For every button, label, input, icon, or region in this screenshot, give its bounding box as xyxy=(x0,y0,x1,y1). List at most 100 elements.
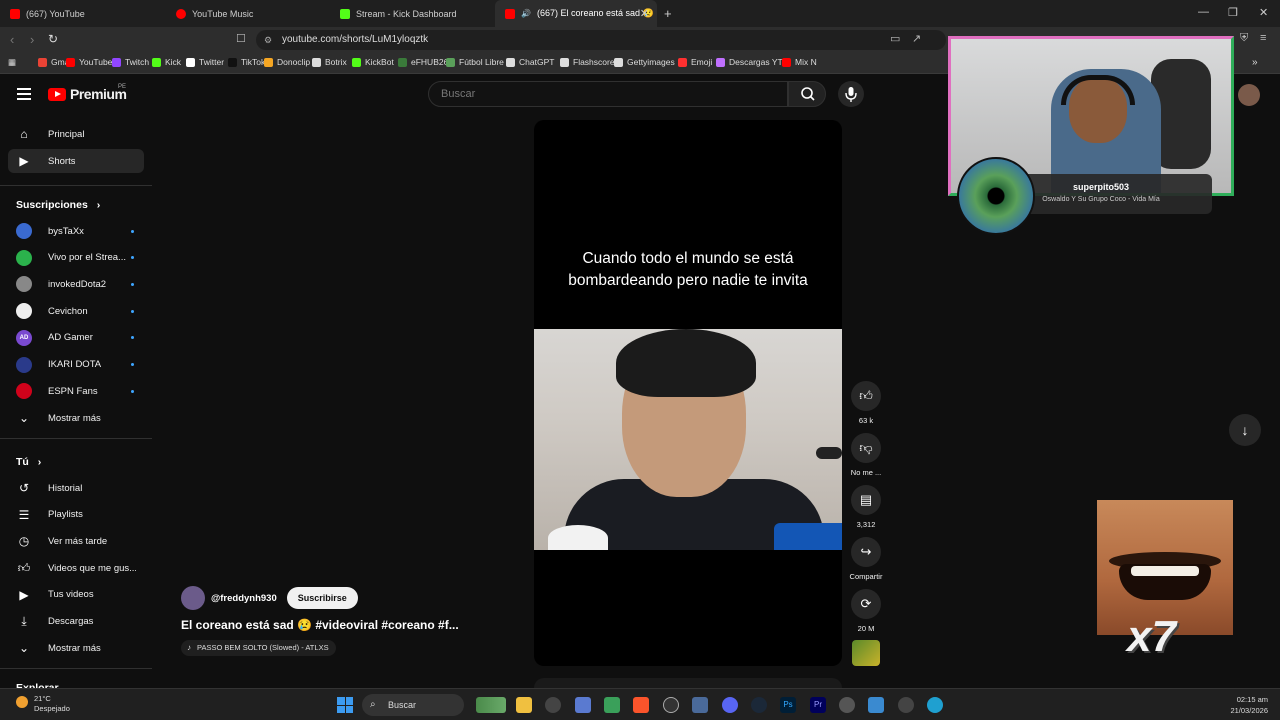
bookmark-item[interactable]: ChatGPT xyxy=(506,57,554,67)
discord-icon[interactable] xyxy=(722,697,738,713)
calculator-icon[interactable] xyxy=(692,697,708,713)
windows-start-icon[interactable] xyxy=(337,697,353,713)
you-heading[interactable]: Tú › xyxy=(16,456,41,468)
sidebar-subscription-item[interactable]: bysTaXx xyxy=(8,219,144,243)
bookmark-item[interactable]: Twitter xyxy=(186,57,224,67)
bookmark-item[interactable]: eFHUB26 xyxy=(398,57,448,67)
search-button[interactable] xyxy=(788,81,826,107)
bookmark-item[interactable]: Emoji xyxy=(678,57,712,67)
sidebar-item-home[interactable]: ⌂ Principal xyxy=(8,122,144,146)
bookmark-item[interactable]: Botrix xyxy=(312,57,347,67)
show-more-you[interactable]: ⌄ Mostrar más xyxy=(8,636,144,660)
menu-hamburger-icon[interactable] xyxy=(17,88,31,100)
tab-kick-dashboard[interactable]: Stream - Kick Dashboard xyxy=(330,0,494,27)
forward-icon[interactable]: › xyxy=(30,32,34,47)
dislike-action[interactable]: 👎︎ No me ... xyxy=(848,433,884,477)
like-icon[interactable]: 👍︎ xyxy=(851,381,881,411)
comments-action[interactable]: ▤ 3,312 xyxy=(848,485,884,529)
subscriptions-heading[interactable]: Suscripciones › xyxy=(16,199,100,211)
premiere-icon[interactable]: Pr xyxy=(810,697,826,713)
sidebar-subscription-item[interactable]: AD AD Gamer xyxy=(8,326,144,350)
user-avatar[interactable] xyxy=(1238,84,1260,106)
remix-icon[interactable]: ⟳ xyxy=(851,589,881,619)
widgets-icon[interactable] xyxy=(476,697,506,713)
bookmark-item[interactable]: Descargas YT xyxy=(716,57,783,67)
share-action[interactable]: ↪ Compartir xyxy=(848,537,884,581)
share-icon[interactable]: ↪ xyxy=(851,537,881,567)
sound-thumbnail[interactable] xyxy=(852,640,880,666)
bookmark-icon[interactable]: ☐ xyxy=(236,32,246,45)
photoshop-icon[interactable]: Ps xyxy=(780,697,796,713)
bookmark-item[interactable]: Kick xyxy=(152,57,181,67)
bookmark-item[interactable]: KickBot xyxy=(352,57,394,67)
tab-current-short[interactable]: 🔊 (667) El coreano está sad 😢 ✕ xyxy=(495,0,657,27)
close-tab-icon[interactable]: ✕ xyxy=(640,7,649,20)
next-video-button[interactable]: ↓ xyxy=(1229,414,1261,446)
like-action[interactable]: 👍︎ 63 k xyxy=(848,381,884,425)
bookmark-item[interactable]: TikTok xyxy=(228,57,265,67)
bookmark-item[interactable]: Donoclip xyxy=(264,57,310,67)
apps-icon[interactable]: ▦ xyxy=(8,57,16,68)
sidebar-item-playlists[interactable]: ☰ Playlists xyxy=(8,503,144,527)
menu-icon[interactable]: ≡ xyxy=(1260,32,1266,44)
video-title[interactable]: El coreano está sad 😢 #videoviral #corea… xyxy=(181,618,459,632)
more-bookmarks-icon[interactable]: » xyxy=(1252,57,1258,68)
edge-icon[interactable] xyxy=(927,697,943,713)
weather-widget[interactable]: 21°C Despejado xyxy=(16,694,70,714)
search-input[interactable]: Buscar xyxy=(428,81,788,107)
subscribe-button[interactable]: Suscribirse xyxy=(286,587,358,609)
channel-name[interactable]: @freddynh930 xyxy=(211,593,277,604)
chrome-icon[interactable] xyxy=(545,697,561,713)
sidebar-subscription-item[interactable]: invokedDota2 xyxy=(8,272,144,296)
media-player-icon[interactable] xyxy=(898,697,914,713)
brave-shield-icon[interactable]: ⛨ xyxy=(1240,32,1248,45)
voice-search-button[interactable] xyxy=(838,81,864,107)
bookmark-item[interactable]: Mix N xyxy=(782,57,817,67)
sidebar-subscription-item[interactable]: IKARI DOTA xyxy=(8,353,144,377)
sidebar-subscription-item[interactable]: ESPN Fans xyxy=(8,379,144,403)
share-page-icon[interactable]: ↗ xyxy=(912,32,921,45)
minimize-button[interactable]: — xyxy=(1198,6,1209,18)
bookmark-item[interactable]: Gettyimages xyxy=(614,57,675,67)
notepad-icon[interactable] xyxy=(868,697,884,713)
brave-icon[interactable] xyxy=(633,697,649,713)
taskbar-search[interactable]: ⌕ Buscar xyxy=(362,694,464,716)
bookmark-item[interactable]: Twitch xyxy=(112,57,149,67)
sidebar-subscription-item[interactable]: Cevichon xyxy=(8,299,144,323)
file-explorer-icon[interactable] xyxy=(516,697,532,713)
remix-action[interactable]: ⟳ 20 M xyxy=(848,589,884,633)
back-icon[interactable]: ‹ xyxy=(10,32,14,47)
cast-icon[interactable]: ▭ xyxy=(890,32,900,45)
tab-youtube[interactable]: (667) YouTube xyxy=(0,0,166,27)
settings-icon[interactable] xyxy=(839,697,855,713)
sidebar-item-shorts[interactable]: ▶ Shorts xyxy=(8,149,144,173)
steam-icon[interactable] xyxy=(751,697,767,713)
sidebar-subscription-item[interactable]: Vivo por el Strea... xyxy=(8,246,144,270)
show-more-subscriptions[interactable]: ⌄ Mostrar más xyxy=(8,406,144,430)
app-icon[interactable] xyxy=(575,697,591,713)
reload-icon[interactable]: ↻ xyxy=(48,32,58,46)
tab-youtube-music[interactable]: YouTube Music xyxy=(166,0,330,27)
sidebar-item-liked[interactable]: 👍︎ Videos que me gus... xyxy=(8,556,144,580)
close-window-button[interactable]: ✕ xyxy=(1259,6,1268,19)
bookmark-item[interactable]: Fútbol Libre xyxy=(446,57,504,67)
url-field[interactable]: ⚙ youtube.com/shorts/LuM1yloqztk xyxy=(256,30,946,50)
youtube-premium-logo[interactable]: Premium PE xyxy=(48,84,127,102)
sidebar-item-your-videos[interactable]: ▶ Tus videos xyxy=(8,583,144,607)
comment-icon[interactable]: ▤ xyxy=(851,485,881,515)
sidebar-item-history[interactable]: ↺ Historial xyxy=(8,476,144,500)
bookmark-item[interactable]: Flashscore xyxy=(560,57,615,67)
maximize-button[interactable]: ❐ xyxy=(1228,6,1238,19)
app-icon[interactable] xyxy=(604,697,620,713)
bookmark-item[interactable]: YouTube xyxy=(66,57,112,67)
app-icon[interactable] xyxy=(663,697,679,713)
system-clock[interactable]: 02:15 am 21/03/2026 xyxy=(1230,694,1268,716)
new-tab-button[interactable]: + xyxy=(664,6,672,21)
sidebar-item-watch-later[interactable]: ◷ Ver más tarde xyxy=(8,529,144,553)
music-chip[interactable]: PASSO BEM SOLTO (Slowed) - ATLXS xyxy=(181,640,336,656)
site-info-icon[interactable]: ⚙ xyxy=(264,30,272,50)
shorts-player[interactable]: Cuando todo el mundo se está bombardeand… xyxy=(534,120,842,666)
channel-avatar[interactable] xyxy=(181,586,205,610)
dislike-icon[interactable]: 👎︎ xyxy=(851,433,881,463)
sidebar-item-downloads[interactable]: ⤓ Descargas xyxy=(8,610,144,634)
